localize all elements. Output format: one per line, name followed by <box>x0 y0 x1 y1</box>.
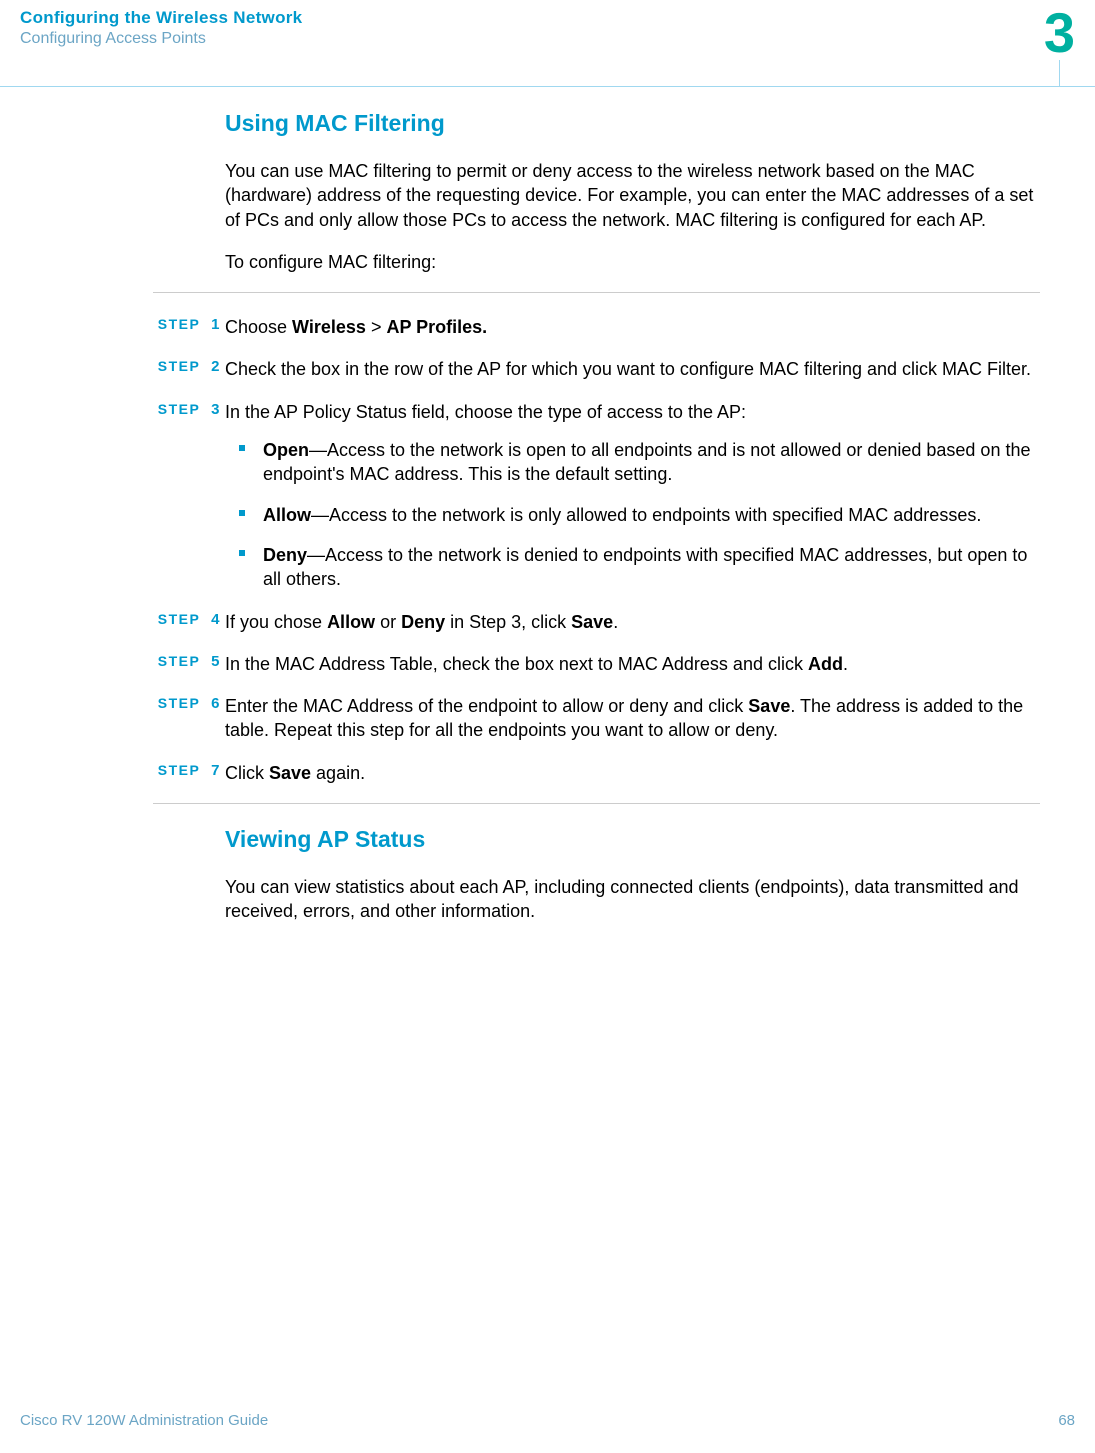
step-label: STEP 2 <box>151 357 221 377</box>
page-number: 68 <box>1058 1412 1075 1429</box>
list-item-open: Open—Access to the network is open to al… <box>263 438 1040 487</box>
step-label: STEP 5 <box>151 652 221 672</box>
step-label: STEP 3 <box>151 400 221 420</box>
divider <box>153 803 1040 804</box>
step-text: Check the box in the row of the AP for w… <box>225 359 1031 379</box>
step-5: STEP 5 In the MAC Address Table, check t… <box>225 652 1040 676</box>
divider-horizontal <box>0 86 1095 87</box>
divider <box>153 292 1040 293</box>
chapter-title: Configuring the Wireless Network <box>20 8 1075 28</box>
step-1: STEP 1 Choose Wireless > AP Profiles. <box>225 315 1040 339</box>
footer-guide-title: Cisco RV 120W Administration Guide <box>20 1412 268 1429</box>
step-label: STEP 4 <box>151 610 221 630</box>
step-text: Click Save again. <box>225 763 365 783</box>
step-6: STEP 6 Enter the MAC Address of the endp… <box>225 694 1040 743</box>
bullet-icon <box>239 510 245 516</box>
step-3: STEP 3 In the AP Policy Status field, ch… <box>225 400 1040 592</box>
intro-paragraph: You can use MAC filtering to permit or d… <box>225 159 1040 232</box>
step-4: STEP 4 If you chose Allow or Deny in Ste… <box>225 610 1040 634</box>
step-text: Choose Wireless > AP Profiles. <box>225 317 487 337</box>
page-footer: Cisco RV 120W Administration Guide 68 <box>20 1412 1075 1429</box>
bullet-icon <box>239 445 245 451</box>
step-text: In the AP Policy Status field, choose th… <box>225 402 746 422</box>
section-breadcrumb: Configuring Access Points <box>20 30 1075 48</box>
step-label: STEP 6 <box>151 694 221 714</box>
step-text: In the MAC Address Table, check the box … <box>225 654 848 674</box>
section-heading-ap-status: Viewing AP Status <box>225 826 1040 853</box>
step-label: STEP 1 <box>151 315 221 335</box>
step-label: STEP 7 <box>151 761 221 781</box>
step-2: STEP 2 Check the box in the row of the A… <box>225 357 1040 381</box>
step-text: If you chose Allow or Deny in Step 3, cl… <box>225 612 618 632</box>
list-item-deny: Deny—Access to the network is denied to … <box>263 543 1040 592</box>
section-heading-mac-filtering: Using MAC Filtering <box>225 110 1040 137</box>
divider-vertical <box>1059 60 1060 86</box>
page-header: Configuring the Wireless Network Configu… <box>0 0 1095 60</box>
list-item-allow: Allow—Access to the network is only allo… <box>263 503 1040 527</box>
bullet-icon <box>239 550 245 556</box>
chapter-number: 3 <box>1044 0 1075 65</box>
page-content: Using MAC Filtering You can use MAC filt… <box>0 60 1095 924</box>
step-7: STEP 7 Click Save again. <box>225 761 1040 785</box>
lead-paragraph: To configure MAC filtering: <box>225 250 1040 274</box>
step-text: Enter the MAC Address of the endpoint to… <box>225 696 1023 740</box>
intro-paragraph: You can view statistics about each AP, i… <box>225 875 1040 924</box>
sub-list: Open—Access to the network is open to al… <box>225 438 1040 591</box>
